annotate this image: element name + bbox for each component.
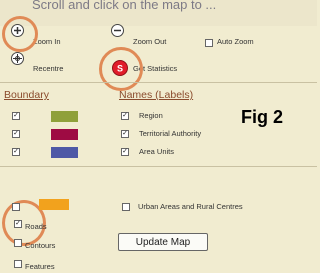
features-checkbox[interactable] — [14, 260, 22, 268]
urban-areas-label: Urban Areas and Rural Centres — [138, 202, 243, 211]
area-units-label: Area Units — [139, 147, 175, 156]
layers-divider — [0, 166, 317, 167]
features-label: Features — [25, 262, 55, 271]
zoom-out-icon[interactable] — [111, 24, 124, 37]
contours-checkbox[interactable] — [14, 239, 22, 247]
urban-areas-checkbox[interactable] — [12, 203, 20, 211]
figure-label: Fig 2 — [241, 107, 284, 127]
region-swatch — [51, 111, 78, 122]
boundary-heading: Boundary — [4, 89, 49, 101]
roads-checkbox[interactable] — [14, 220, 22, 228]
zoom-in-highlight — [2, 16, 38, 52]
update-map-button[interactable]: Update Map — [118, 233, 208, 251]
statistics-highlight — [99, 47, 143, 91]
urban-areas-swatch — [39, 199, 69, 210]
area-units-label-checkbox[interactable] — [121, 148, 129, 156]
region-boundary-checkbox[interactable] — [12, 112, 20, 120]
territorial-label: Territorial Authority — [139, 129, 202, 138]
territorial-label-checkbox[interactable] — [121, 130, 129, 138]
auto-zoom-checkbox[interactable] — [205, 39, 213, 47]
roads-label: Roads — [25, 222, 47, 231]
area-units-swatch — [51, 147, 78, 158]
recentre-icon[interactable] — [11, 52, 24, 65]
territorial-swatch — [51, 129, 78, 140]
territorial-boundary-checkbox[interactable] — [12, 130, 20, 138]
toolbar-divider — [0, 82, 317, 83]
auto-zoom-label[interactable]: Auto Zoom — [217, 37, 254, 46]
map-instruction: Scroll and click on the map to ... — [32, 0, 217, 12]
names-heading: Names (Labels) — [119, 89, 194, 101]
area-units-boundary-checkbox[interactable] — [12, 148, 20, 156]
region-label: Region — [139, 111, 163, 120]
zoom-out-label[interactable]: Zoom Out — [133, 37, 166, 46]
region-label-checkbox[interactable] — [121, 112, 129, 120]
recentre-label[interactable]: Recentre — [33, 64, 63, 73]
urban-label-checkbox[interactable] — [122, 203, 130, 211]
contours-label: Contours — [25, 241, 56, 250]
